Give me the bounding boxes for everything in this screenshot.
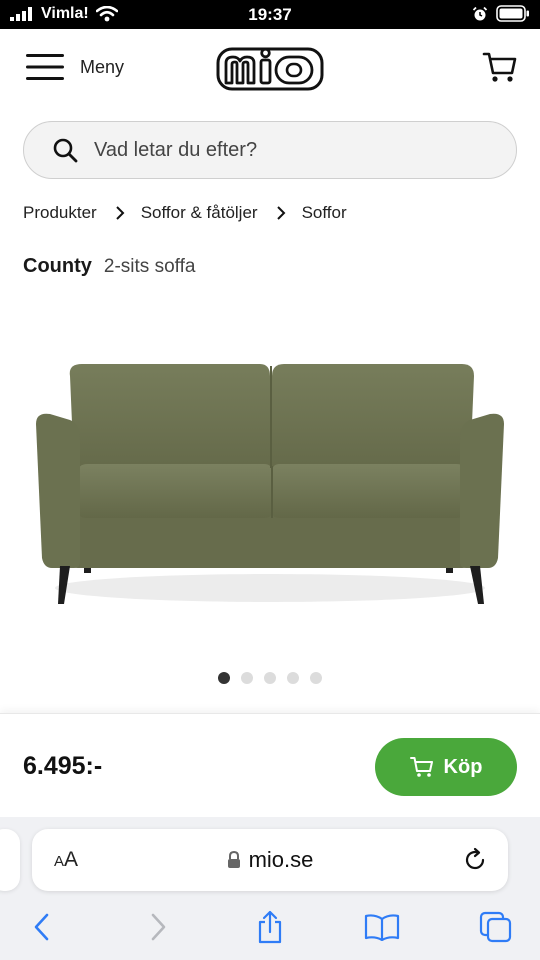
status-bar: Vimla! 19:37 [0,0,540,29]
chevron-right-icon [115,206,125,220]
hamburger-icon [26,54,64,80]
search-icon [53,138,78,163]
share-button[interactable] [252,909,288,945]
buy-bar: 6.495:- Köp [0,713,540,817]
tabs-icon [479,911,512,943]
status-right [472,5,530,22]
previous-tab-preview[interactable] [0,829,20,891]
product-image-sofa[interactable] [22,340,518,630]
buy-button[interactable]: Köp [375,738,517,796]
product-type: 2-sits soffa [103,256,196,277]
carousel-dot[interactable] [218,672,230,684]
reload-icon[interactable] [462,847,488,873]
site-header: Meny [0,29,540,111]
breadcrumb-item-sofas[interactable]: Soffor [302,203,347,223]
search-bar[interactable] [23,121,517,179]
chevron-left-icon [34,913,49,941]
search-input[interactable] [94,138,474,162]
lock-icon [227,851,240,868]
chevron-right-icon [276,206,285,220]
carousel-dot[interactable] [241,672,253,684]
browser-toolbar [0,909,540,949]
status-time: 19:37 [248,5,292,24]
carousel-dot[interactable] [264,672,276,684]
chevron-right-icon [151,913,166,941]
book-icon [364,914,400,941]
menu-button[interactable]: Meny [26,53,124,81]
breadcrumb-item-sofas-armchairs[interactable]: Soffor & fåtöljer [141,203,258,223]
cart-icon[interactable] [482,49,518,85]
bookmarks-button[interactable] [364,909,400,945]
mio-logo[interactable] [216,43,324,93]
menu-label: Meny [80,56,125,77]
browser-chrome: AA mio.se [0,817,540,960]
carousel-dot[interactable] [310,672,322,684]
product-title: County 2-sits soffa [23,255,195,278]
url-text: mio.se [248,847,314,872]
alarm-icon [472,6,488,20]
cart-icon [409,757,433,777]
carousel-dot[interactable] [287,672,299,684]
breadcrumb: Produkter Soffor & fåtöljer Soffor [23,203,347,223]
url-display[interactable]: mio.se [32,847,508,873]
address-bar[interactable]: AA mio.se [32,829,508,891]
tabs-button[interactable] [478,909,514,945]
share-icon [258,910,282,944]
back-button[interactable] [24,909,60,945]
product-name: County [23,255,92,277]
product-price: 6.495:- [23,752,103,780]
battery-icon [496,5,529,22]
image-carousel-dots [0,672,540,684]
buy-button-label: Köp [443,755,483,778]
forward-button[interactable] [140,909,176,945]
breadcrumb-item-products[interactable]: Produkter [23,203,97,223]
